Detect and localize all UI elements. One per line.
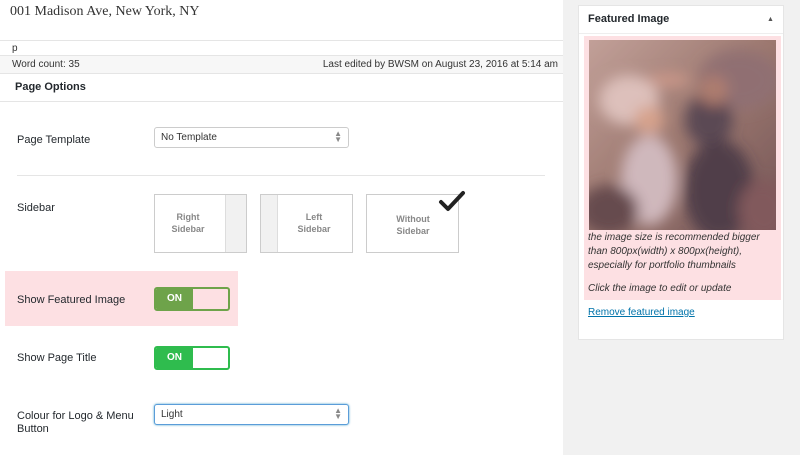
sidebar-option-left-line1: Left xyxy=(305,212,323,222)
show-page-title-label: Show Page Title xyxy=(17,352,97,364)
show-page-title-toggle[interactable]: ON xyxy=(154,346,230,370)
row-divider xyxy=(17,175,545,176)
page-options-title: Page Options xyxy=(15,81,86,93)
word-count: Word count: 35 xyxy=(12,59,80,70)
colour-logo-select[interactable]: Light ▲ ▼ xyxy=(154,404,349,425)
checkmark-icon xyxy=(439,191,465,211)
colour-logo-label: Colour for Logo & Menu Button xyxy=(17,410,134,436)
featured-image-title: Featured Image xyxy=(588,13,670,25)
select-arrows-icon: ▲ ▼ xyxy=(334,129,342,144)
editor-divider xyxy=(0,40,563,41)
show-featured-image-label: Show Featured Image xyxy=(17,294,126,306)
colour-logo-label-line1: Colour for Logo & Menu xyxy=(17,410,134,422)
colour-logo-label-line2: Button xyxy=(17,423,49,435)
page-template-value: No Template xyxy=(161,132,217,143)
page-template-label: Page Template xyxy=(17,134,91,146)
sidebar-option-right-line1: Right xyxy=(176,212,200,222)
last-edited-info: Last edited by BWSM on August 23, 2016 a… xyxy=(322,59,558,70)
featured-image-thumbnail[interactable] xyxy=(589,40,776,230)
metabox-divider xyxy=(579,33,783,34)
sidebar-option-left-line2: Sidebar xyxy=(297,224,331,234)
photo-placeholder-icon xyxy=(589,40,776,230)
size-note-line2: than 800px(width) x 800px(height), xyxy=(588,246,742,257)
collapse-triangle-icon[interactable]: ▲ xyxy=(767,16,774,23)
sidebar-option-none-line1: Without xyxy=(396,214,430,224)
featured-image-size-note: the image size is recommended bigger tha… xyxy=(588,231,778,273)
sidebar-column-preview xyxy=(225,195,246,252)
size-note-line1: the image size is recommended bigger xyxy=(588,232,760,243)
sidebar-label: Sidebar xyxy=(17,202,55,214)
sidebar-option-left[interactable]: Left Sidebar xyxy=(260,194,353,253)
sidebar-column-preview xyxy=(261,195,278,252)
colour-logo-value: Light xyxy=(161,409,183,420)
select-arrows-icon: ▲ ▼ xyxy=(334,406,342,421)
page-options-divider xyxy=(0,101,563,102)
size-note-line3: especially for portfolio thumbnails xyxy=(588,260,736,271)
click-to-edit-note: Click the image to edit or update xyxy=(588,283,732,294)
sidebar-option-right[interactable]: Right Sidebar xyxy=(154,194,247,253)
sidebar-option-right-line2: Sidebar xyxy=(171,224,205,234)
remove-featured-image-link[interactable]: Remove featured image xyxy=(588,307,695,318)
show-featured-image-toggle[interactable]: ON xyxy=(154,287,230,311)
toggle-on-label: ON xyxy=(156,289,193,309)
editor-content-text[interactable]: 001 Madison Ave, New York, NY xyxy=(10,4,200,20)
toggle-on-label: ON xyxy=(156,348,193,368)
page-template-select[interactable]: No Template ▲ ▼ xyxy=(154,127,349,148)
sidebar-option-none-line2: Sidebar xyxy=(396,226,430,236)
editor-path: p xyxy=(12,43,18,54)
